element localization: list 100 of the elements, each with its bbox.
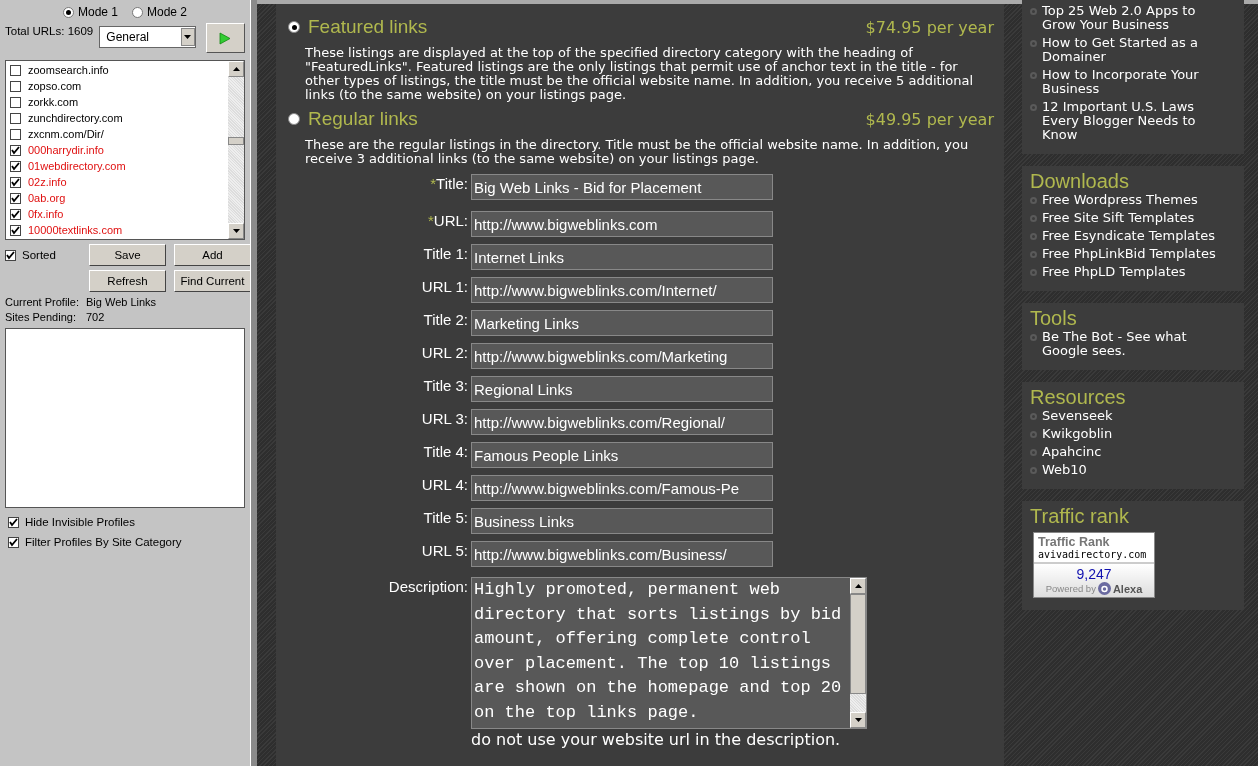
field-label: URL 5:	[420, 541, 468, 561]
logo-icon	[1097, 582, 1111, 595]
field-label: Title 4:	[422, 442, 468, 462]
info-label: Current Profile:	[5, 296, 80, 308]
option-title: Regular links	[308, 108, 418, 130]
widget-site: avivadirectory.com	[1038, 549, 1148, 560]
save-button[interactable]: Save	[89, 244, 166, 266]
sidebar-link[interactable]: Top 25 Web 2.0 Apps to Grow Your Business	[1042, 4, 1230, 32]
checkbox[interactable]	[10, 80, 21, 92]
play-button[interactable]	[205, 23, 245, 53]
bullet-icon	[1030, 8, 1037, 15]
checkbox[interactable]	[10, 144, 21, 156]
option-description: These are the regular listings in the directory. Title must be the official website name. In addition, you receive 3 additional links (to the same website) on your listings page.	[305, 138, 970, 166]
site-item[interactable]: 10000textlinks.com	[28, 224, 123, 236]
checkbox-label[interactable]: Sorted	[22, 249, 56, 261]
text-field[interactable]: Internet Links	[471, 244, 773, 270]
checkbox[interactable]	[10, 96, 21, 108]
sidebar-link[interactable]: How to Incorporate Your Business	[1042, 68, 1230, 96]
field-label: URL 1:	[420, 277, 468, 297]
bullet-icon	[1030, 334, 1037, 341]
sidebar-link[interactable]: Kwikgoblin	[1042, 427, 1113, 441]
radio-label[interactable]: Mode 1	[77, 5, 118, 19]
site-item[interactable]: zopso.com	[28, 80, 82, 92]
site-item[interactable]: 0ab.org	[28, 192, 66, 204]
add-button[interactable]: Add	[174, 244, 251, 266]
bullet-icon	[1030, 251, 1037, 258]
site-item[interactable]: zunchdirectory.com	[28, 112, 123, 124]
checkbox[interactable]	[10, 224, 21, 236]
radio-label[interactable]: Mode 2	[147, 5, 188, 19]
field-label: Title 2:	[422, 310, 468, 330]
text-field[interactable]: http://www.bigweblinks.com/Regional/	[471, 409, 773, 435]
text-field[interactable]: http://www.bigweblinks.com/Business/	[471, 541, 773, 567]
checkbox[interactable]	[8, 536, 19, 548]
scroll-thumb[interactable]	[228, 137, 244, 145]
splitter[interactable]	[250, 0, 257, 766]
checkbox-label[interactable]: Hide Invisible Profiles	[25, 516, 135, 528]
checkbox[interactable]	[5, 249, 16, 261]
site-item[interactable]: 0fx.info	[28, 208, 64, 220]
sidebar-link[interactable]: Free Wordpress Themes	[1042, 193, 1198, 207]
field-label: Title 5:	[422, 508, 468, 528]
refresh-button[interactable]: Refresh	[89, 270, 166, 292]
field-label: URL 3:	[420, 409, 468, 429]
site-item[interactable]: 01webdirectory.com	[28, 160, 126, 172]
sidebar-link[interactable]: Sevenseek	[1042, 409, 1113, 423]
text-field[interactable]: Regional Links	[471, 376, 773, 402]
checkbox[interactable]	[10, 208, 21, 220]
up-arrow-icon	[232, 67, 240, 71]
text-field[interactable]: http://www.bigweblinks.com	[471, 211, 773, 237]
text-field[interactable]: http://www.bigweblinks.com/Famous-Pe	[471, 475, 773, 501]
checkbox[interactable]	[10, 176, 21, 188]
sidebar-link[interactable]: 12 Important U.S. Laws Every Blogger Needs to Know	[1042, 100, 1230, 142]
checkbox[interactable]	[10, 128, 21, 140]
info-value: 702	[86, 311, 106, 323]
checkbox[interactable]	[10, 112, 21, 124]
field-label: URL 4:	[420, 475, 468, 495]
site-item[interactable]: 000harrydir.info	[28, 144, 104, 156]
option-price: $49.95 per year	[865, 109, 994, 129]
site-item[interactable]: 02z.info	[28, 176, 67, 188]
checkbox[interactable]	[10, 160, 21, 172]
sidebar-link[interactable]: Free Site Sift Templates	[1042, 211, 1195, 225]
bullet-icon	[1030, 72, 1037, 79]
field-label: *Title:	[429, 174, 468, 194]
sidebar-link[interactable]: Free PhpLinkBid Templates	[1042, 247, 1216, 261]
powered-by-text: Powered by	[1045, 583, 1096, 594]
total-urls: Total URLs: 1609	[5, 25, 94, 37]
find-current-button[interactable]: Find Current	[174, 270, 251, 292]
sidebar-link[interactable]: Free Esyndicate Templates	[1042, 229, 1215, 243]
site-item[interactable]: zxcnm.com/Dir/	[28, 128, 104, 140]
sidebar-link[interactable]: Web10	[1042, 463, 1087, 477]
bullet-icon	[1030, 233, 1037, 240]
text-field[interactable]: Famous People Links	[471, 442, 773, 468]
sidebar-link[interactable]: Apahcinc	[1042, 445, 1102, 459]
sidebar-link[interactable]: Be The Bot - See what Google sees.	[1042, 330, 1230, 358]
text-field[interactable]: http://www.bigweblinks.com/Marketing	[471, 343, 773, 369]
info-label: Sites Pending:	[5, 311, 77, 323]
category-dropdown[interactable]: General	[99, 26, 196, 48]
radio-button[interactable]	[288, 113, 300, 125]
radio-button[interactable]	[132, 6, 143, 18]
panel-title: Resources	[1030, 386, 1127, 409]
checkbox[interactable]	[10, 64, 21, 76]
info-value: Big Web Links	[86, 296, 158, 308]
radio-button[interactable]	[62, 6, 74, 18]
checkbox-label[interactable]: Filter Profiles By Site Category	[25, 536, 182, 548]
text-field[interactable]: Business Links	[471, 508, 773, 534]
sidebar-link[interactable]: How to Get Started as a Domainer	[1042, 36, 1230, 64]
text-field[interactable]: Marketing Links	[471, 310, 773, 336]
scrollbar[interactable]	[228, 61, 244, 239]
traffic-rank-widget[interactable]: Traffic Rank avivadirectory.com 9,247 Powered by Alexa	[1033, 532, 1155, 598]
text-field[interactable]: Big Web Links - Bid for Placement	[471, 174, 773, 200]
site-item[interactable]: zorkk.com	[28, 96, 79, 108]
checkbox[interactable]	[8, 516, 19, 528]
option-description: These listings are displayed at the top of the specified directory category with the heading of "FeaturedLinks". Featured listings are the only listings that permit use of anchor text in the title - for other types of listings, the title must be the official website name. In addition, you receive 5 additional links (to the same website) on your listings page.	[305, 46, 975, 102]
description-note: do not use your website url in the description.	[471, 730, 841, 750]
radio-button[interactable]	[288, 21, 300, 33]
text-field[interactable]: http://www.bigweblinks.com/Internet/	[471, 277, 773, 303]
bullet-icon	[1030, 449, 1037, 456]
bullet-icon	[1030, 431, 1037, 438]
sidebar-link[interactable]: Free PhpLD Templates	[1042, 265, 1186, 279]
site-item[interactable]: zoomsearch.info	[28, 64, 109, 76]
checkbox[interactable]	[10, 192, 21, 204]
